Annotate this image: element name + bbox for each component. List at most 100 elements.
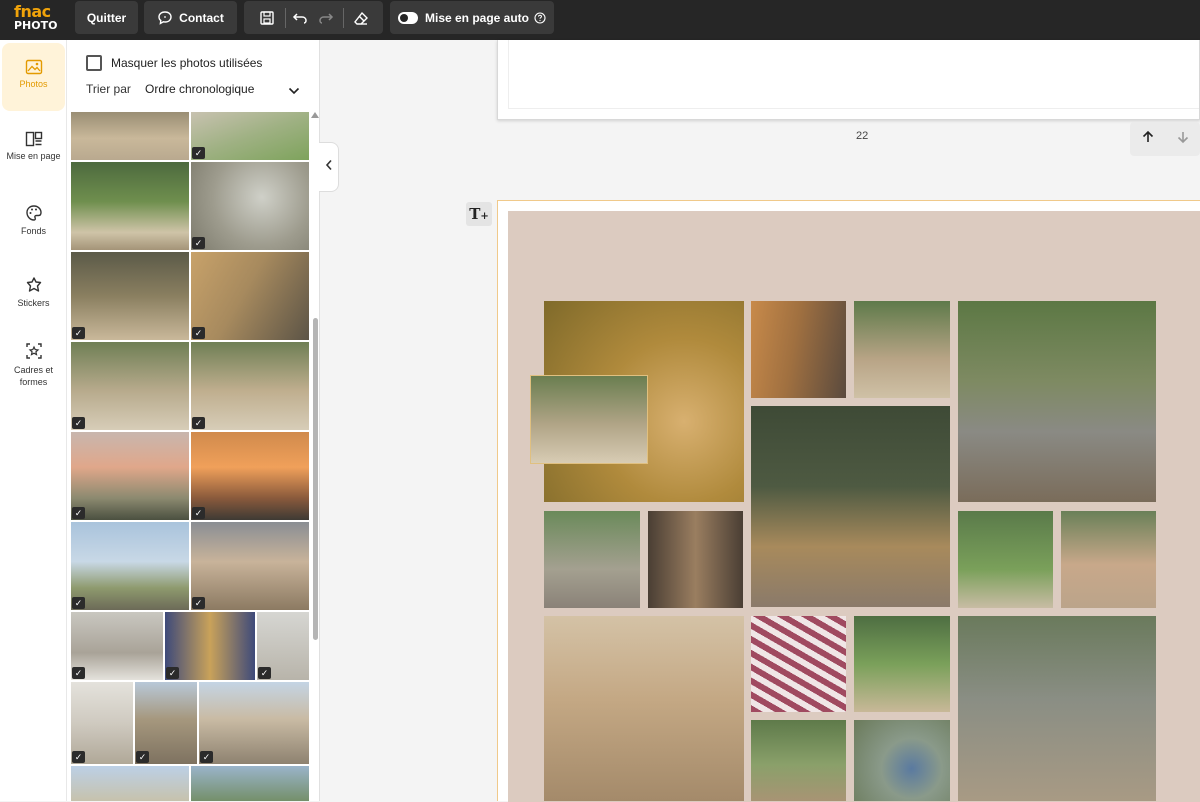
- rail-label-layout: Mise en page: [6, 151, 61, 161]
- contact-button[interactable]: Contact: [144, 1, 237, 34]
- page-photo-cheetah[interactable]: [751, 301, 846, 398]
- rail-label-photos: Photos: [19, 79, 48, 89]
- sticker-icon: [2, 276, 65, 294]
- used-check-icon: ✓: [200, 751, 213, 763]
- photo-thumbnail[interactable]: [71, 112, 189, 160]
- page-photo-zebra[interactable]: [958, 616, 1156, 801]
- fnac-photo-logo: fnac PHOTO: [14, 2, 58, 33]
- rail-item-layout[interactable]: Mise en page: [2, 131, 65, 179]
- top-toolbar: fnac PHOTO Quitter Contact Mise en page …: [0, 0, 1200, 40]
- photo-thumbnail[interactable]: ✓: [191, 342, 309, 430]
- photo-thumbnail[interactable]: ✓: [71, 682, 133, 764]
- photo-thumbnail[interactable]: ✓: [191, 522, 309, 610]
- rail-item-stickers[interactable]: Stickers: [2, 276, 65, 324]
- contact-label: Contact: [179, 10, 224, 25]
- photo-thumbnail[interactable]: ✓: [191, 112, 309, 160]
- photo-thumbnail[interactable]: [71, 766, 189, 801]
- photo-grid: ✓ ✓ ✓ ✓ ✓ ✓ ✓ ✓ ✓ ✓ ✓ ✓ ✓ ✓ ✓ ✓: [71, 112, 309, 801]
- chat-icon: [157, 10, 173, 26]
- add-text-icon[interactable]: T+: [466, 202, 492, 226]
- used-check-icon: ✓: [192, 417, 205, 429]
- page-photo-zebra-closeup[interactable]: [751, 616, 846, 712]
- photo-thumbnail[interactable]: ✓: [199, 682, 309, 764]
- palette-icon: [2, 204, 65, 222]
- auto-layout-label: Mise en page auto: [424, 10, 530, 25]
- help-icon[interactable]: [534, 11, 546, 24]
- rail-item-frames[interactable]: Cadres et formes: [2, 342, 65, 402]
- photos-panel: Masquer les photos utilisées Trier par O…: [66, 40, 320, 801]
- page-number: 22: [856, 130, 869, 142]
- hide-used-label[interactable]: Masquer les photos utilisées: [111, 56, 262, 70]
- used-check-icon: ✓: [72, 417, 85, 429]
- undo-icon[interactable]: [288, 1, 312, 34]
- chevron-left-icon: [325, 158, 333, 176]
- arrow-up-icon[interactable]: [1141, 130, 1155, 149]
- toolbar-divider: [343, 8, 344, 28]
- redo-icon[interactable]: [314, 1, 338, 34]
- used-check-icon: ✓: [166, 667, 179, 679]
- layout-icon: [2, 131, 65, 147]
- page-photo-birds[interactable]: [544, 511, 640, 608]
- used-check-icon: ✓: [192, 237, 205, 249]
- arrow-down-icon[interactable]: [1176, 130, 1190, 149]
- toolbar-divider: [285, 8, 286, 28]
- used-check-icon: ✓: [72, 597, 85, 609]
- photo-grid-scrollbar[interactable]: [310, 112, 319, 801]
- page-reorder-controls: [1130, 122, 1200, 156]
- photo-thumbnail[interactable]: ✓: [135, 682, 197, 764]
- dragged-photo-lions[interactable]: [530, 375, 648, 464]
- toggle-switch[interactable]: [397, 11, 418, 24]
- photo-thumbnail[interactable]: ✓: [257, 612, 309, 680]
- scrollbar-thumb[interactable]: [313, 318, 318, 640]
- tool-rail: Photos Mise en page Fonds Stickers Cadre…: [0, 40, 66, 801]
- used-check-icon: ✓: [72, 667, 85, 679]
- used-check-icon: ✓: [72, 327, 85, 339]
- page-photo-giraffe[interactable]: [751, 406, 950, 607]
- photo-thumbnail[interactable]: ✓: [165, 612, 255, 680]
- photo-icon: [2, 59, 65, 75]
- page-photo-rhinos[interactable]: [958, 301, 1156, 502]
- rail-item-photos[interactable]: Photos: [2, 43, 65, 111]
- page-photo-kudus[interactable]: [854, 616, 950, 712]
- previous-page[interactable]: [497, 40, 1200, 120]
- page-photo-antelopes[interactable]: [1061, 511, 1156, 608]
- page-photo-antelope-hornbill[interactable]: [544, 616, 744, 801]
- used-check-icon: ✓: [192, 507, 205, 519]
- sort-label: Trier par: [86, 82, 131, 96]
- photo-thumbnail[interactable]: [71, 162, 189, 250]
- eraser-icon[interactable]: [348, 1, 374, 34]
- photo-thumbnail[interactable]: ✓: [191, 162, 309, 250]
- photo-thumbnail[interactable]: ✓: [71, 342, 189, 430]
- auto-layout-toggle[interactable]: Mise en page auto: [390, 1, 554, 34]
- chevron-down-icon[interactable]: [288, 83, 300, 101]
- page-photo-doorway[interactable]: [648, 511, 743, 608]
- rail-label-stickers: Stickers: [17, 298, 50, 308]
- photo-thumbnail[interactable]: ✓: [191, 432, 309, 520]
- used-check-icon: ✓: [258, 667, 271, 679]
- photo-thumbnail[interactable]: [191, 766, 309, 801]
- page-photo-lions[interactable]: [854, 301, 950, 398]
- rail-label-backgrounds: Fonds: [20, 226, 46, 236]
- used-check-icon: ✓: [192, 327, 205, 339]
- rail-label-frames: Cadres et formes: [13, 365, 54, 387]
- used-check-icon: ✓: [192, 597, 205, 609]
- page-photo-peacock[interactable]: [854, 720, 950, 801]
- quit-button[interactable]: Quitter: [75, 1, 138, 34]
- photo-thumbnail[interactable]: ✓: [71, 612, 163, 680]
- photo-thumbnail[interactable]: ✓: [71, 252, 189, 340]
- used-check-icon: ✓: [72, 751, 85, 763]
- photo-thumbnail[interactable]: ✓: [191, 252, 309, 340]
- photo-thumbnail[interactable]: ✓: [71, 432, 189, 520]
- used-check-icon: ✓: [192, 147, 205, 159]
- collapse-panel-button[interactable]: [319, 142, 339, 192]
- photo-thumbnail[interactable]: ✓: [71, 522, 189, 610]
- frame-icon: [2, 342, 65, 360]
- save-icon[interactable]: [254, 1, 280, 34]
- used-check-icon: ✓: [136, 751, 149, 763]
- rail-item-backgrounds[interactable]: Fonds: [2, 204, 65, 252]
- page-photo-wolf[interactable]: [958, 511, 1053, 608]
- scroll-up-arrow-icon[interactable]: [311, 112, 319, 118]
- sort-select[interactable]: Ordre chronologique: [145, 82, 254, 96]
- hide-used-checkbox[interactable]: [86, 55, 102, 71]
- page-photo-giraffe-small[interactable]: [751, 720, 846, 801]
